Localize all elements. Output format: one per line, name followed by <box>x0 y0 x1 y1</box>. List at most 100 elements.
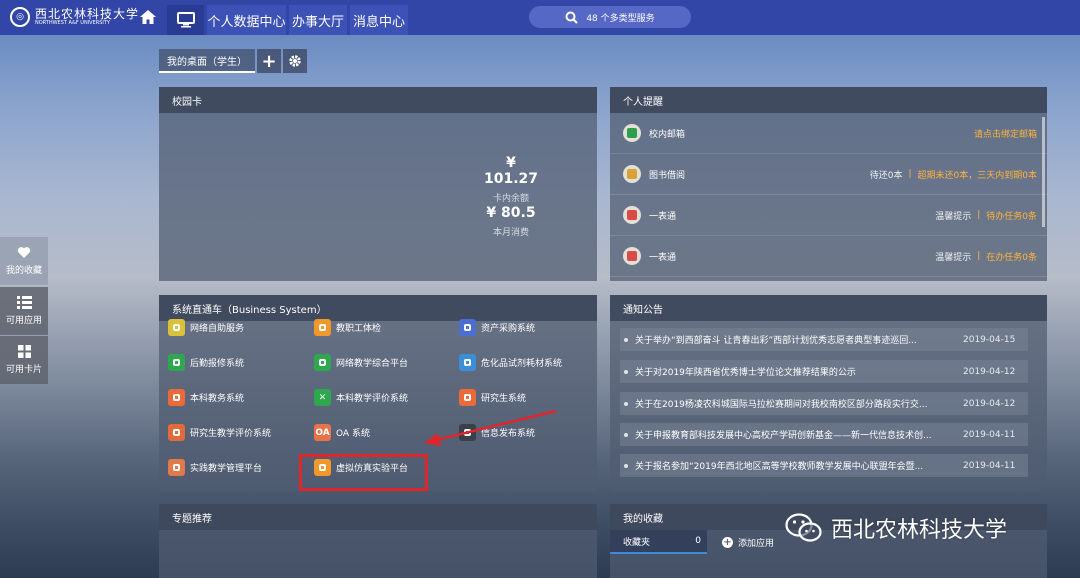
notice-title: 关于报名参加“2019年西北地区高等学校教师教学发展中心联盟年会暨... <box>635 462 924 472</box>
form-icon <box>623 206 641 224</box>
asset-icon <box>459 319 476 336</box>
sidebar-available-cards[interactable]: 可用卡片 <box>0 336 48 384</box>
logo-chinese-name: 西北农林科技大学 <box>35 6 140 21</box>
reminders-title: 个人提醒 <box>610 87 1047 113</box>
publish-icon <box>459 424 476 441</box>
sidebar-cards-label: 可用卡片 <box>5 365 42 375</box>
system-label: 本科教学评价系统 <box>336 394 409 404</box>
notice-item[interactable]: 关于报名参加“2019年西北地区高等学校教师教学发展中心联盟年会暨... 201… <box>620 454 1028 477</box>
folder-label: 收藏夹 <box>623 537 651 548</box>
bind-mailbox-link[interactable]: 请点击绑定邮箱 <box>974 127 1037 140</box>
desktop-tab[interactable] <box>167 5 204 35</box>
notices-title: 通知公告 <box>610 295 1047 321</box>
wechat-watermark: 西北农林科技大学 <box>785 512 1007 544</box>
evaluation-icon: ✕ <box>314 389 331 406</box>
search-icon <box>565 11 579 24</box>
notices-panel: 通知公告 关于举办“到西部奋斗 让青春出彩”西部计划优秀志愿者典型事迹巡回...… <box>610 295 1047 491</box>
network-icon <box>168 319 185 336</box>
reminder-row-library[interactable]: 图书借阅 待还0本 | 超期未还0本，三天内到期0本 <box>610 154 1047 195</box>
nav-message-center[interactable]: 消息中心 <box>350 5 408 35</box>
sidebar-available-apps[interactable]: 可用应用 <box>0 287 48 335</box>
systems-title: 系统直通车（Business System） <box>159 295 597 321</box>
reminder-action[interactable]: 待办任务0条 <box>986 209 1037 222</box>
notice-item[interactable]: 关于举办“到西部奋斗 让青春出彩”西部计划优秀志愿者典型事迹巡回... 2019… <box>620 328 1028 351</box>
campus-card-title: 校园卡 <box>159 87 597 113</box>
reminder-action[interactable]: 在办任务0条 <box>986 250 1037 263</box>
service-search-button[interactable]: 48 个多类型服务 <box>529 6 691 28</box>
system-staff-checkup[interactable]: 教职工体检 <box>314 319 381 336</box>
system-graduate-evaluation[interactable]: 研究生教学评价系统 <box>168 424 271 441</box>
featured-topics-panel: 专题推荐 <box>159 504 597 578</box>
nav-personal-data-center[interactable]: 个人数据中心 <box>207 5 286 35</box>
campus-card-panel: 校园卡 ¥ 101.27 卡内余额 ¥ 80.5 本月消费 <box>159 87 597 281</box>
system-label: 实践教学管理平台 <box>190 464 263 474</box>
favorites-folder[interactable]: 收藏夹 0 <box>610 530 707 554</box>
reminder-action[interactable]: 超期未还0本，三天内到期0本 <box>918 168 1037 181</box>
system-graduate[interactable]: 研究生系统 <box>459 389 526 406</box>
add-app-label: 添加应用 <box>738 539 775 549</box>
logo-english-name: NORTHWEST A&F UNIVERSITY <box>35 19 110 26</box>
reminder-title: 图书借阅 <box>649 170 686 181</box>
add-circle-icon: + <box>722 537 733 548</box>
system-label: 危化品试剂耗材系统 <box>481 359 563 369</box>
notice-item[interactable]: 关于申报教育部科技发展中心高校产学研创新基金——新一代信息技术创... 2019… <box>620 423 1028 446</box>
separator: | <box>908 169 912 179</box>
university-logo[interactable]: ◎ 西北农林科技大学 NORTHWEST A&F UNIVERSITY <box>10 7 139 27</box>
university-seal-icon: ◎ <box>10 7 30 27</box>
system-label: 研究生教学评价系统 <box>190 429 272 439</box>
home-icon[interactable] <box>139 9 157 25</box>
notice-item[interactable]: 关于对2019年陕西省优秀博士学位论文推荐结果的公示 2019-04-12 <box>620 360 1028 383</box>
gear-icon <box>289 55 301 67</box>
system-label: 资产采购系统 <box>481 324 536 334</box>
reminder-title: 一表通 <box>649 211 677 222</box>
watermark-text: 西北农林科技大学 <box>831 518 1008 543</box>
my-desktop-tab[interactable]: 我的桌面（学生） <box>159 49 255 73</box>
desktop-settings-button[interactable] <box>283 49 307 73</box>
system-network-self-service[interactable]: 网络自助服务 <box>168 319 244 336</box>
system-info-publishing[interactable]: 信息发布系统 <box>459 424 535 441</box>
sidebar-my-favorites[interactable]: 我的收藏 <box>0 237 48 285</box>
reminder-info: 温馨提示 <box>935 211 972 222</box>
topics-title: 专题推荐 <box>159 504 597 530</box>
heart-icon <box>17 247 31 258</box>
checkup-icon <box>314 319 331 336</box>
grid-icon <box>17 345 31 358</box>
separator: | <box>977 251 981 261</box>
system-online-teaching[interactable]: 网络教学综合平台 <box>314 354 408 371</box>
notice-item[interactable]: 关于在2019杨凌农科城国际马拉松赛期间对我校南校区部分路段实行交... 201… <box>620 392 1028 415</box>
repair-icon <box>168 354 185 371</box>
book-icon <box>314 354 331 371</box>
oa-icon: OA <box>314 424 331 441</box>
notice-date: 2019-04-11 <box>963 460 1016 471</box>
personal-reminders-panel: 个人提醒 校内邮箱 请点击绑定邮箱 图书借阅 待还0本 | 超期未还0本，三天内… <box>610 87 1047 281</box>
library-book-icon <box>623 165 641 183</box>
highlight-box <box>299 454 428 491</box>
nav-service-hall[interactable]: 办事大厅 <box>289 5 347 35</box>
separator: | <box>977 210 981 220</box>
notice-date: 2019-04-11 <box>963 429 1016 440</box>
reminder-row-form-inprogress[interactable]: 一表通 温馨提示 | 在办任务0条 <box>610 236 1047 277</box>
system-asset-procurement[interactable]: 资产采购系统 <box>459 319 535 336</box>
reminder-row-mailbox[interactable]: 校内邮箱 请点击绑定邮箱 <box>610 113 1047 154</box>
reminder-title: 一表通 <box>649 252 677 263</box>
notice-title: 关于举办“到西部奋斗 让青春出彩”西部计划优秀志愿者典型事迹巡回... <box>635 336 917 346</box>
system-practice-teaching[interactable]: 实践教学管理平台 <box>168 459 262 476</box>
list-icon <box>16 296 32 309</box>
add-desktop-button[interactable]: + <box>257 49 281 73</box>
system-hazardous-chemicals[interactable]: 危化品试剂耗材系统 <box>459 354 562 371</box>
folder-count: 0 <box>695 536 701 546</box>
system-oa[interactable]: OA OA 系统 <box>314 424 370 441</box>
add-app-button[interactable]: + 添加应用 <box>722 536 774 549</box>
system-undergrad-affairs[interactable]: 本科教务系统 <box>168 389 244 406</box>
monitor-icon <box>176 12 195 28</box>
reminder-info: 待还0本 <box>869 170 903 181</box>
system-undergrad-evaluation[interactable]: ✕ 本科教学评价系统 <box>314 389 408 406</box>
notice-date: 2019-04-15 <box>963 334 1016 345</box>
monthly-spend-label: 本月消费 <box>492 228 529 238</box>
notice-date: 2019-04-12 <box>963 366 1016 377</box>
search-summary-text: 48 个多类型服务 <box>586 13 655 24</box>
card-balance-label: 卡内余额 <box>492 194 529 204</box>
reminder-row-form-todo[interactable]: 一表通 温馨提示 | 待办任务0条 <box>610 195 1047 236</box>
system-logistics-repair[interactable]: 后勤报修系统 <box>168 354 244 371</box>
top-navigation-bar: ◎ 西北农林科技大学 NORTHWEST A&F UNIVERSITY 个人数据… <box>0 0 1080 35</box>
